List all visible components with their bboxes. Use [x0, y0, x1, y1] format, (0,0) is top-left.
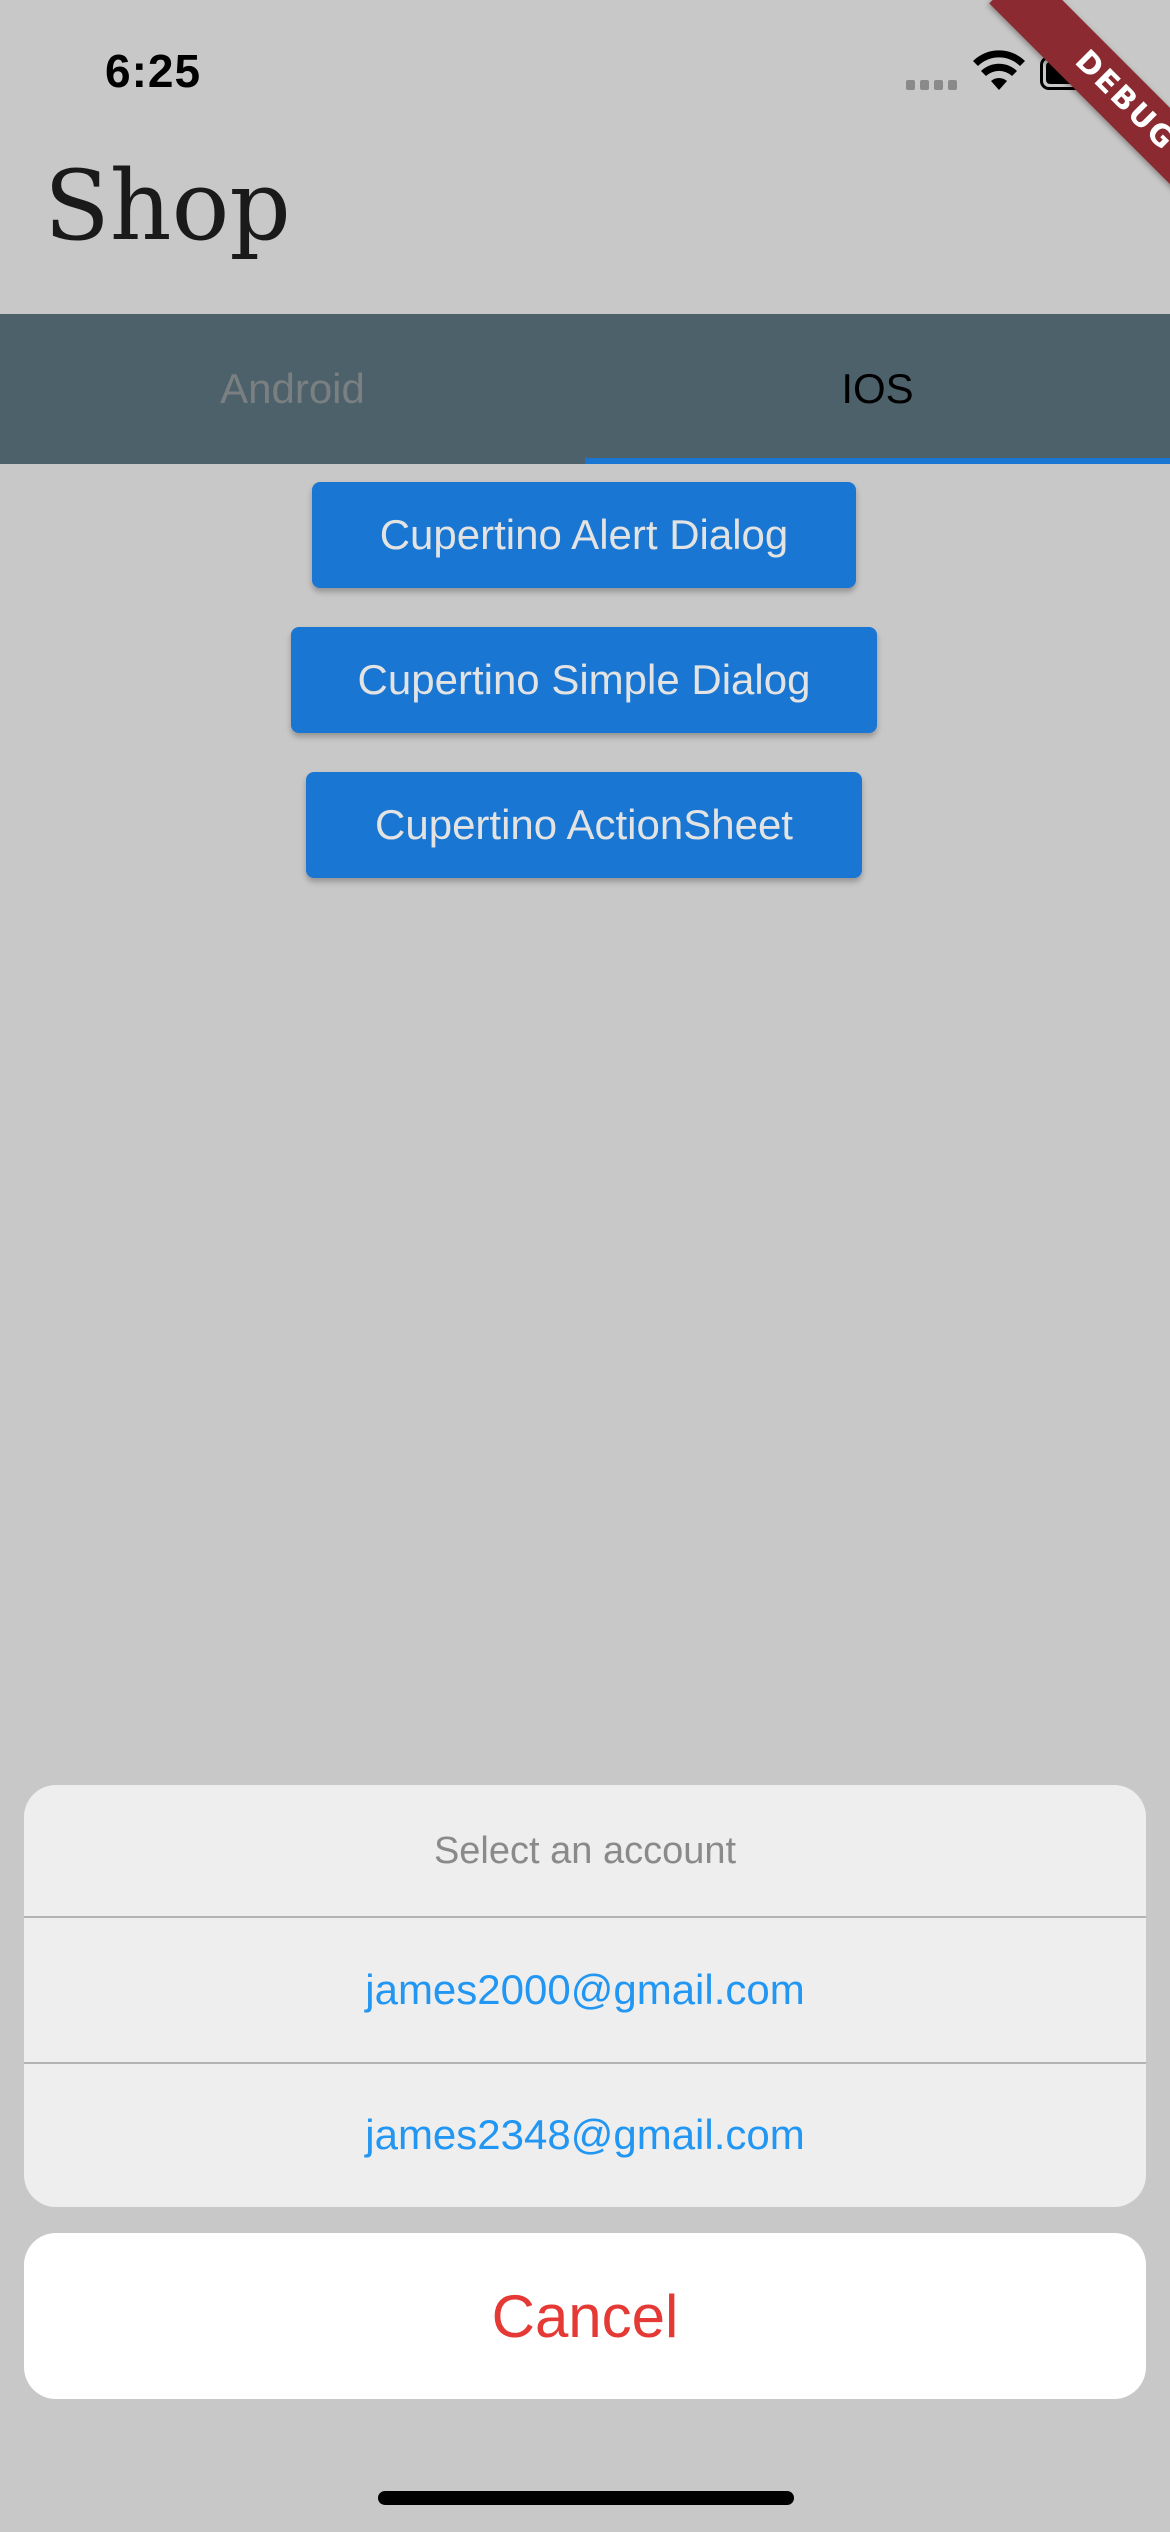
tab-ios[interactable]: IOS: [585, 314, 1170, 464]
cellular-signal-icon: [906, 80, 960, 92]
wifi-icon: [973, 50, 1025, 90]
cupertino-simple-dialog-button[interactable]: Cupertino Simple Dialog: [291, 627, 877, 733]
account-option-james2348[interactable]: james2348@gmail.com: [24, 2063, 1146, 2207]
page-title: Shop: [44, 150, 291, 262]
tab-android[interactable]: Android: [0, 314, 585, 464]
action-sheet: Select an account james2000@gmail.com ja…: [24, 1785, 1146, 2207]
tab-bar: Android IOS: [0, 314, 1170, 464]
tab-indicator: [585, 458, 1170, 464]
screen: 6:25 DEBUG Shop Android IOS Cupertino Al…: [0, 0, 1170, 2532]
debug-banner: DEBUG: [989, 0, 1170, 237]
cupertino-alert-dialog-button[interactable]: Cupertino Alert Dialog: [312, 482, 856, 588]
status-time: 6:25: [105, 45, 202, 97]
home-indicator[interactable]: [378, 2491, 794, 2505]
cancel-button[interactable]: Cancel: [24, 2233, 1146, 2399]
account-option-james2000[interactable]: james2000@gmail.com: [24, 1918, 1146, 2062]
action-sheet-title: Select an account: [433, 1829, 737, 1872]
cupertino-actionsheet-button[interactable]: Cupertino ActionSheet: [306, 772, 862, 878]
